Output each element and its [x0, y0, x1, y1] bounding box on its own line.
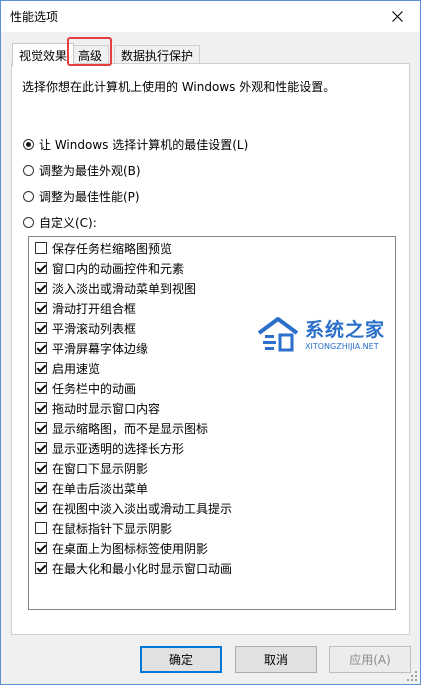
checkbox — [35, 362, 47, 374]
list-item-label: 在最大化和最小化时显示窗口动画 — [52, 561, 233, 576]
tab-visual-effects[interactable]: 视觉效果 — [12, 43, 75, 66]
list-item[interactable]: 平滑屏幕字体边缘 — [35, 339, 148, 357]
radio-indicator — [23, 191, 34, 202]
checkbox — [35, 482, 47, 494]
list-item[interactable]: 在视图中淡入淡出或滑动工具提示 — [35, 499, 232, 517]
radio-indicator — [23, 139, 34, 150]
list-item-label: 平滑屏幕字体边缘 — [52, 341, 149, 356]
list-item[interactable]: 保存任务栏缩略图预览 — [35, 239, 172, 257]
radio-label: 调整为最佳性能(P) — [39, 190, 140, 204]
list-item[interactable]: 显示亚透明的选择长方形 — [35, 439, 184, 457]
system-home-logo-icon — [257, 317, 299, 352]
list-item-label: 在鼠标指针下显示阴影 — [52, 521, 173, 536]
list-item-label: 显示缩略图，而不是显示图标 — [52, 421, 209, 436]
checkbox — [35, 382, 47, 394]
list-item-label: 任务栏中的动画 — [52, 381, 137, 396]
resize-grip-icon[interactable] — [407, 671, 417, 681]
list-item-label: 在桌面上为图标标签使用阴影 — [52, 541, 209, 556]
radio-best-appearance[interactable]: 调整为最佳外观(B) — [23, 162, 141, 179]
checkbox — [35, 502, 47, 514]
list-item-label: 启用速览 — [52, 361, 101, 376]
checkbox — [35, 342, 47, 354]
list-item-label: 滑动打开组合框 — [52, 301, 137, 316]
tab-data-execution-prevention[interactable]: 数据执行保护 — [114, 45, 201, 65]
list-item-label: 平滑滚动列表框 — [52, 321, 137, 336]
highlight-box — [67, 37, 112, 66]
description-text: 选择你想在此计算机上使用的 Windows 外观和性能设置。 — [22, 80, 336, 94]
checkbox — [35, 262, 47, 274]
list-item-label: 保存任务栏缩略图预览 — [52, 241, 173, 256]
list-item-label: 拖动时显示窗口内容 — [52, 401, 161, 416]
checkbox — [35, 462, 47, 474]
list-item-label: 在视图中淡入淡出或滑动工具提示 — [52, 501, 233, 516]
list-item[interactable]: 在鼠标指针下显示阴影 — [35, 519, 172, 537]
list-item[interactable]: 窗口内的动画控件和元素 — [35, 259, 184, 277]
checkbox — [35, 542, 47, 554]
checkbox — [35, 562, 47, 574]
close-button[interactable] — [374, 1, 420, 32]
checkbox — [35, 242, 47, 254]
ok-button[interactable]: 确定 — [140, 646, 222, 673]
tab-label: 视觉效果 — [19, 48, 68, 63]
list-item[interactable]: 在单击后淡出菜单 — [35, 479, 148, 497]
list-item-label: 淡入淡出或滑动菜单到视图 — [52, 281, 197, 296]
radio-custom[interactable]: 自定义(C): — [23, 214, 97, 231]
list-item[interactable]: 滑动打开组合框 — [35, 299, 136, 317]
apply-button[interactable]: 应用(A) — [329, 646, 411, 673]
radio-label: 自定义(C): — [39, 216, 97, 230]
list-item-label: 窗口内的动画控件和元素 — [52, 261, 185, 276]
tab-label: 数据执行保护 — [121, 49, 194, 63]
checkbox — [35, 522, 47, 534]
watermark-site: XITONGZHIJIA.NET — [305, 342, 379, 351]
watermark-name: 系统之家 — [305, 319, 386, 341]
checkbox — [35, 302, 47, 314]
list-item[interactable]: 拖动时显示窗口内容 — [35, 399, 160, 417]
close-icon — [391, 11, 403, 22]
list-item-label: 在单击后淡出菜单 — [52, 481, 149, 496]
window-title: 性能选项 — [10, 10, 59, 24]
list-item[interactable]: 启用速览 — [35, 359, 100, 377]
radio-best-performance[interactable]: 调整为最佳性能(P) — [23, 188, 140, 205]
checkbox — [35, 282, 47, 294]
radio-indicator — [23, 165, 34, 176]
list-item-label: 显示亚透明的选择长方形 — [52, 441, 185, 456]
checkbox — [35, 422, 47, 434]
title-bar[interactable]: 性能选项 — [1, 1, 420, 32]
list-item[interactable]: 淡入淡出或滑动菜单到视图 — [35, 279, 196, 297]
radio-indicator — [23, 217, 34, 228]
visual-effects-list[interactable]: 保存任务栏缩略图预览 窗口内的动画控件和元素 淡入淡出或滑动菜单到视图 滑动打开… — [28, 236, 396, 610]
radio-label: 让 Windows 选择计算机的最佳设置(L) — [39, 138, 249, 152]
list-item[interactable]: 在窗口下显示阴影 — [35, 459, 148, 477]
list-item[interactable]: 平滑滚动列表框 — [35, 319, 136, 337]
radio-label: 调整为最佳外观(B) — [39, 164, 141, 178]
list-item[interactable]: 显示缩略图，而不是显示图标 — [35, 419, 208, 437]
list-item[interactable]: 任务栏中的动画 — [35, 379, 136, 397]
radio-windows-choose[interactable]: 让 Windows 选择计算机的最佳设置(L) — [23, 136, 248, 153]
watermark: 系统之家 XITONGZHIJIA.NET — [255, 313, 405, 359]
checkbox — [35, 322, 47, 334]
list-item[interactable]: 在最大化和最小化时显示窗口动画 — [35, 559, 232, 577]
checkbox — [35, 442, 47, 454]
list-item-label: 在窗口下显示阴影 — [52, 461, 149, 476]
checkbox — [35, 402, 47, 414]
list-item[interactable]: 在桌面上为图标标签使用阴影 — [35, 539, 208, 557]
cancel-button[interactable]: 取消 — [235, 646, 317, 673]
